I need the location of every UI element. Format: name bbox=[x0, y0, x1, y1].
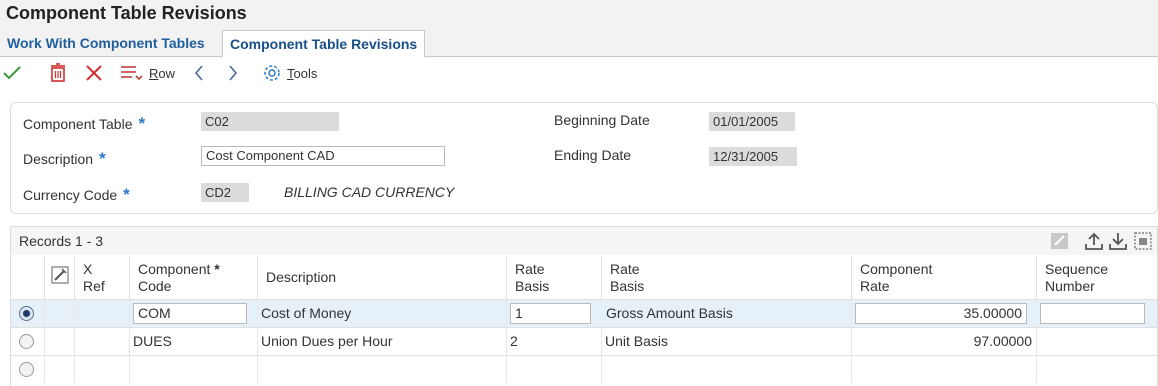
row-select-radio[interactable] bbox=[19, 334, 34, 349]
component-code-cell bbox=[130, 356, 258, 383]
table-row[interactable]: DUES Union Dues per Hour 2 Unit Basis 97… bbox=[11, 327, 1157, 355]
tab-work-with-component-tables[interactable]: Work With Component Tables bbox=[0, 30, 212, 57]
beginning-date-label: Beginning Date bbox=[554, 112, 650, 128]
rate-basis-cell bbox=[507, 356, 602, 383]
col-select bbox=[11, 256, 45, 299]
rate-basis-description-cell: Gross Amount Basis bbox=[602, 300, 852, 327]
description-field[interactable]: Cost Component CAD bbox=[201, 146, 445, 166]
row-menu-icon bbox=[121, 66, 143, 81]
previous-button[interactable] bbox=[192, 62, 206, 84]
toolbar: Row Tools bbox=[0, 58, 1158, 88]
rate-basis-input[interactable]: 1 bbox=[510, 303, 591, 324]
currency-code-description: BILLING CAD CURRENCY bbox=[284, 184, 455, 200]
beginning-date-field: 01/01/2005 bbox=[709, 112, 795, 131]
col-sequence-number: Sequence Number bbox=[1037, 256, 1157, 299]
download-icon bbox=[1109, 233, 1127, 250]
col-xref: X Ref bbox=[75, 256, 130, 299]
customize-grid-button[interactable] bbox=[1050, 231, 1070, 251]
tools-menu-button[interactable]: Tools bbox=[262, 62, 317, 84]
col-component-rate: Component Rate bbox=[852, 256, 1037, 299]
component-grid: Records 1 - 3 X Ref Component * Code Desc… bbox=[10, 226, 1158, 386]
maximize-grid-button[interactable] bbox=[1133, 231, 1153, 251]
ok-button[interactable] bbox=[2, 62, 22, 84]
col-attachment[interactable] bbox=[45, 256, 75, 299]
gear-icon bbox=[264, 65, 280, 81]
x-icon bbox=[86, 65, 102, 81]
upload-icon bbox=[1085, 232, 1103, 250]
title-bar: Component Table Revisions bbox=[0, 0, 1158, 30]
description-cell: Cost of Money bbox=[258, 300, 507, 327]
export-button[interactable] bbox=[1085, 231, 1103, 251]
attachment-icon bbox=[51, 266, 69, 284]
row-menu-label: Row bbox=[149, 65, 176, 81]
delete-button[interactable] bbox=[50, 62, 66, 84]
currency-code-label: Currency Code * bbox=[23, 185, 130, 204]
cancel-button[interactable] bbox=[84, 62, 104, 84]
row-menu-button[interactable]: Row bbox=[120, 62, 175, 84]
description-label: Description * bbox=[23, 149, 106, 168]
sequence-number-input[interactable] bbox=[1040, 303, 1145, 324]
component-code-input[interactable]: COM bbox=[133, 303, 247, 324]
col-rate-basis: Rate Basis bbox=[507, 256, 602, 299]
table-row[interactable] bbox=[11, 355, 1157, 383]
required-marker: * bbox=[138, 114, 146, 133]
chevron-left-icon bbox=[194, 65, 203, 81]
sequence-number-cell bbox=[1037, 328, 1157, 355]
check-icon bbox=[3, 66, 21, 80]
description-cell bbox=[258, 356, 507, 383]
import-button[interactable] bbox=[1109, 231, 1127, 251]
ending-date-label: Ending Date bbox=[554, 147, 632, 163]
ending-date-field: 12/31/2005 bbox=[709, 147, 797, 166]
col-description: Description bbox=[258, 256, 507, 299]
records-count: Records 1 - 3 bbox=[19, 233, 104, 249]
row-select-radio[interactable] bbox=[19, 306, 34, 321]
rate-basis-description-cell bbox=[602, 356, 852, 383]
row-select-radio[interactable] bbox=[19, 362, 34, 377]
required-marker: * bbox=[214, 261, 220, 277]
tab-bar: Work With Component Tables Component Tab… bbox=[0, 30, 1158, 58]
rate-basis-cell: 2 bbox=[507, 328, 602, 355]
header-form: Component Table * C02 Description * Cost C… bbox=[10, 102, 1158, 214]
col-rate-basis-description: Rate Basis bbox=[602, 256, 852, 299]
expand-icon bbox=[1134, 232, 1152, 250]
component-table-label: Component Table * bbox=[23, 114, 146, 133]
component-table-field: C02 bbox=[201, 112, 339, 131]
chevron-right-icon bbox=[229, 65, 238, 81]
component-rate-cell: 97.00000 bbox=[852, 328, 1037, 355]
component-code-cell: DUES bbox=[130, 328, 258, 355]
next-button[interactable] bbox=[226, 62, 240, 84]
description-cell: Union Dues per Hour bbox=[258, 328, 507, 355]
tab-component-table-revisions[interactable]: Component Table Revisions bbox=[222, 30, 426, 58]
sequence-number-cell bbox=[1037, 356, 1157, 383]
page-title: Component Table Revisions bbox=[6, 3, 247, 23]
component-rate-cell bbox=[852, 356, 1037, 383]
currency-code-field: CD2 bbox=[201, 183, 249, 202]
tools-menu-label: Tools bbox=[287, 65, 318, 81]
grid-edit-icon bbox=[1051, 233, 1068, 249]
table-row[interactable]: COM Cost of Money 1 Gross Amount Basis 3… bbox=[11, 299, 1157, 327]
rate-basis-description-cell: Unit Basis bbox=[602, 328, 852, 355]
required-marker: * bbox=[123, 185, 130, 204]
required-marker: * bbox=[99, 149, 106, 168]
component-rate-input[interactable]: 35.00000 bbox=[855, 303, 1027, 324]
grid-header-bar: Records 1 - 3 bbox=[11, 227, 1157, 255]
col-component-code: Component * Code bbox=[130, 256, 258, 299]
trash-icon bbox=[51, 63, 65, 82]
